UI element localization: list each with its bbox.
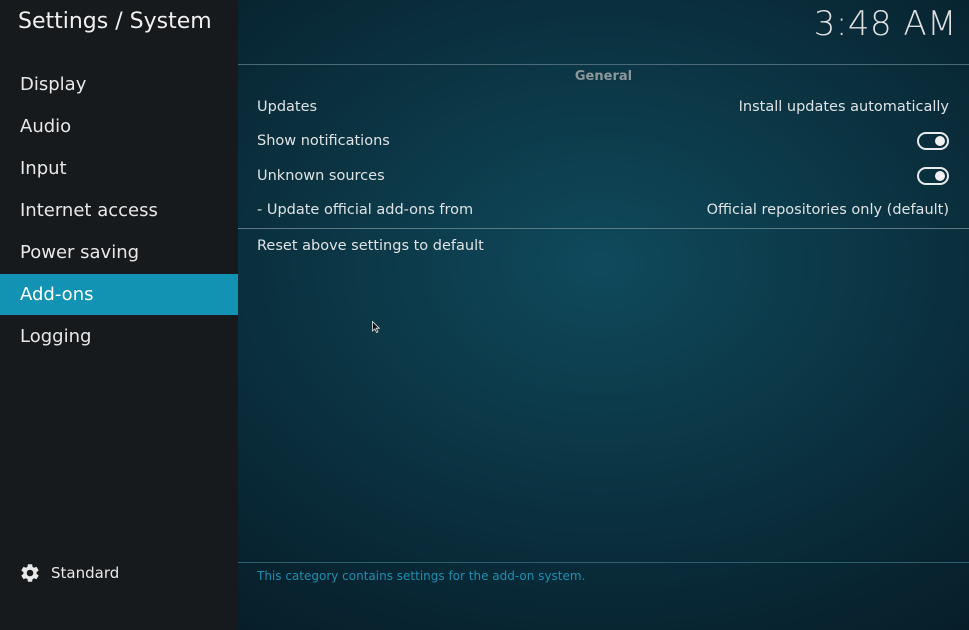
reset-settings-label: Reset above settings to default [257,238,484,254]
setting-label: Updates [257,99,318,115]
setting-label: Unknown sources [257,168,385,184]
setting-label: - Update official add-ons from [257,202,474,218]
setting-updates[interactable]: Updates Install updates automatically [257,92,949,122]
sidebar-item-input[interactable]: Input [0,148,238,189]
footer-divider [238,562,969,563]
sidebar-item-power-saving[interactable]: Power saving [0,232,238,273]
gear-icon [21,564,39,582]
setting-show-notifications[interactable]: Show notifications [257,126,949,156]
toggle-knob [935,171,945,181]
category-description: This category contains settings for the … [257,569,586,583]
group-title: General [574,69,633,84]
sidebar-item-logging[interactable]: Logging [0,316,238,357]
toggle-on-icon[interactable] [917,132,949,150]
toggle-on-icon[interactable] [917,167,949,185]
sidebar-item-add-ons[interactable]: Add-ons [0,274,238,315]
clock: 3:48 AM [813,4,957,44]
sidebar: Settings / System Display Audio Input In… [0,0,238,630]
mouse-pointer-icon [372,321,380,333]
settings-separator [238,228,969,229]
breadcrumb: Settings / System [18,9,212,34]
reset-settings-button[interactable]: Reset above settings to default [257,231,949,261]
setting-value: Official repositories only (default) [706,202,949,218]
sidebar-item-internet-access[interactable]: Internet access [0,190,238,231]
header-divider [238,64,969,65]
settings-level-label: Standard [51,564,120,582]
setting-unknown-sources[interactable]: Unknown sources [257,161,949,191]
kodi-settings-screen: Settings / System Display Audio Input In… [0,0,969,630]
sidebar-item-display[interactable]: Display [0,64,238,105]
settings-level-button[interactable]: Standard [19,562,119,584]
setting-value: Install updates automatically [738,99,949,115]
toggle-knob [935,136,945,146]
sidebar-menu: Display Audio Input Internet access Powe… [0,64,238,358]
setting-update-official-addons-from[interactable]: - Update official add-ons from Official … [257,195,949,225]
sidebar-item-audio[interactable]: Audio [0,106,238,147]
setting-label: Show notifications [257,133,390,149]
